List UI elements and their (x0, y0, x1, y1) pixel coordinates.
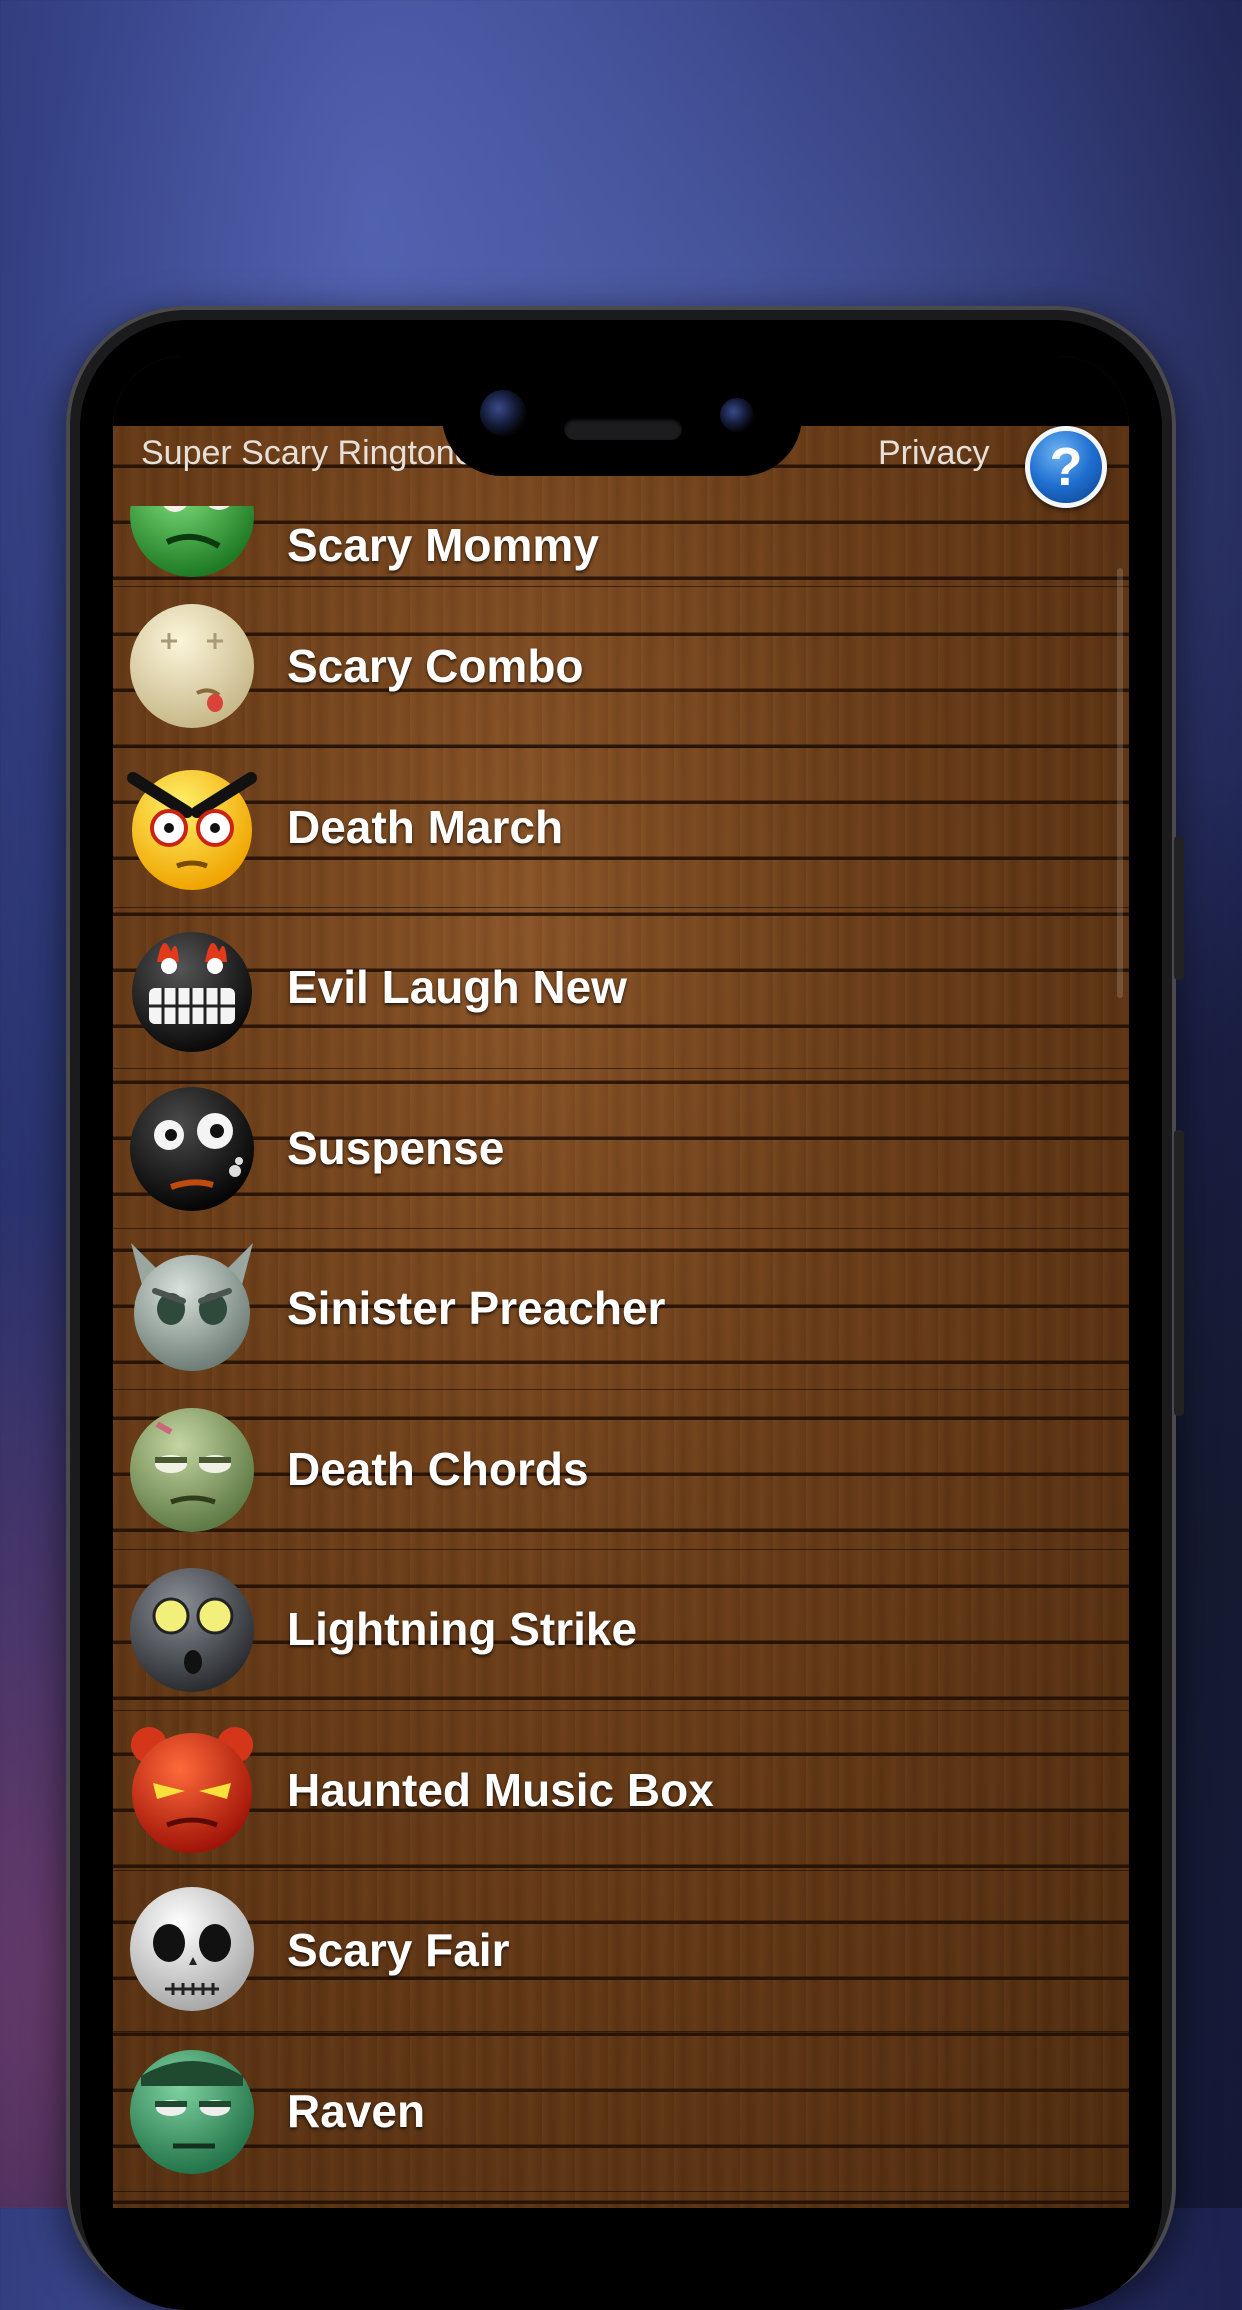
earpiece-speaker (564, 418, 682, 440)
volume-button (1174, 1130, 1184, 1416)
skull-face-icon (130, 1887, 254, 2011)
red-devil-face-icon (131, 1726, 253, 1853)
app-screen: Super Scary Ringtones Privacy ? Scary Mo… (113, 356, 1129, 2208)
list-item[interactable]: Scary Fair (113, 1871, 1129, 2032)
ringtone-name: Lightning Strike (287, 1603, 638, 1655)
scrollbar[interactable] (1117, 568, 1123, 998)
ringtone-name: Scary Combo (287, 640, 584, 692)
ringtone-name: Suspense (287, 1121, 505, 1174)
ringtone-name: Scary Fair (287, 1924, 510, 1976)
help-button[interactable]: ? (1025, 426, 1107, 508)
list-item[interactable]: Lightning Strike (113, 1550, 1129, 1711)
list-item[interactable]: Evil Laugh New (113, 908, 1129, 1069)
list-item[interactable]: Sinister Preacher (113, 1229, 1129, 1390)
green-zombie-face-icon (130, 506, 254, 577)
ringtone-name: Raven (287, 2084, 426, 2137)
gray-horned-face-icon (131, 1243, 253, 1371)
list-item[interactable]: Death Chords (113, 1390, 1129, 1550)
black-bomb-face-icon (130, 1086, 254, 1211)
angry-yellow-face-icon (127, 769, 257, 890)
green-tired-zombie-face-icon (130, 1407, 254, 1532)
ringtone-name: Death March (287, 800, 564, 853)
pale-dead-face-icon (130, 604, 254, 728)
list-item[interactable]: Death March (113, 748, 1129, 908)
ringtone-name: Haunted Music Box (287, 1763, 714, 1816)
ringtone-name: Death Chords (287, 1442, 589, 1495)
privacy-link[interactable]: Privacy (878, 434, 989, 473)
ringtone-name: Evil Laugh New (287, 961, 627, 1013)
power-button (1174, 836, 1184, 980)
list-item[interactable]: Raven (113, 2032, 1129, 2192)
ringtone-list: Scary Mommy Scary Combo Death March Evil… (113, 506, 1129, 2192)
app-title: Super Scary Ringtones (141, 434, 491, 472)
ringtone-name: Sinister Preacher (287, 1282, 666, 1334)
front-camera (480, 390, 526, 436)
ringtone-name: Scary Mommy (287, 519, 599, 571)
list-item[interactable]: Scary Combo (113, 587, 1129, 748)
gray-glowing-eyes-face-icon (130, 1568, 254, 1692)
list-item[interactable]: Suspense (113, 1069, 1129, 1229)
list-item[interactable]: Scary Mommy (113, 506, 1129, 587)
front-sensor (720, 398, 754, 432)
black-fire-eyed-face-icon (132, 932, 252, 1052)
list-item[interactable]: Haunted Music Box (113, 1711, 1129, 1871)
frankenstein-face-icon (130, 2049, 254, 2174)
